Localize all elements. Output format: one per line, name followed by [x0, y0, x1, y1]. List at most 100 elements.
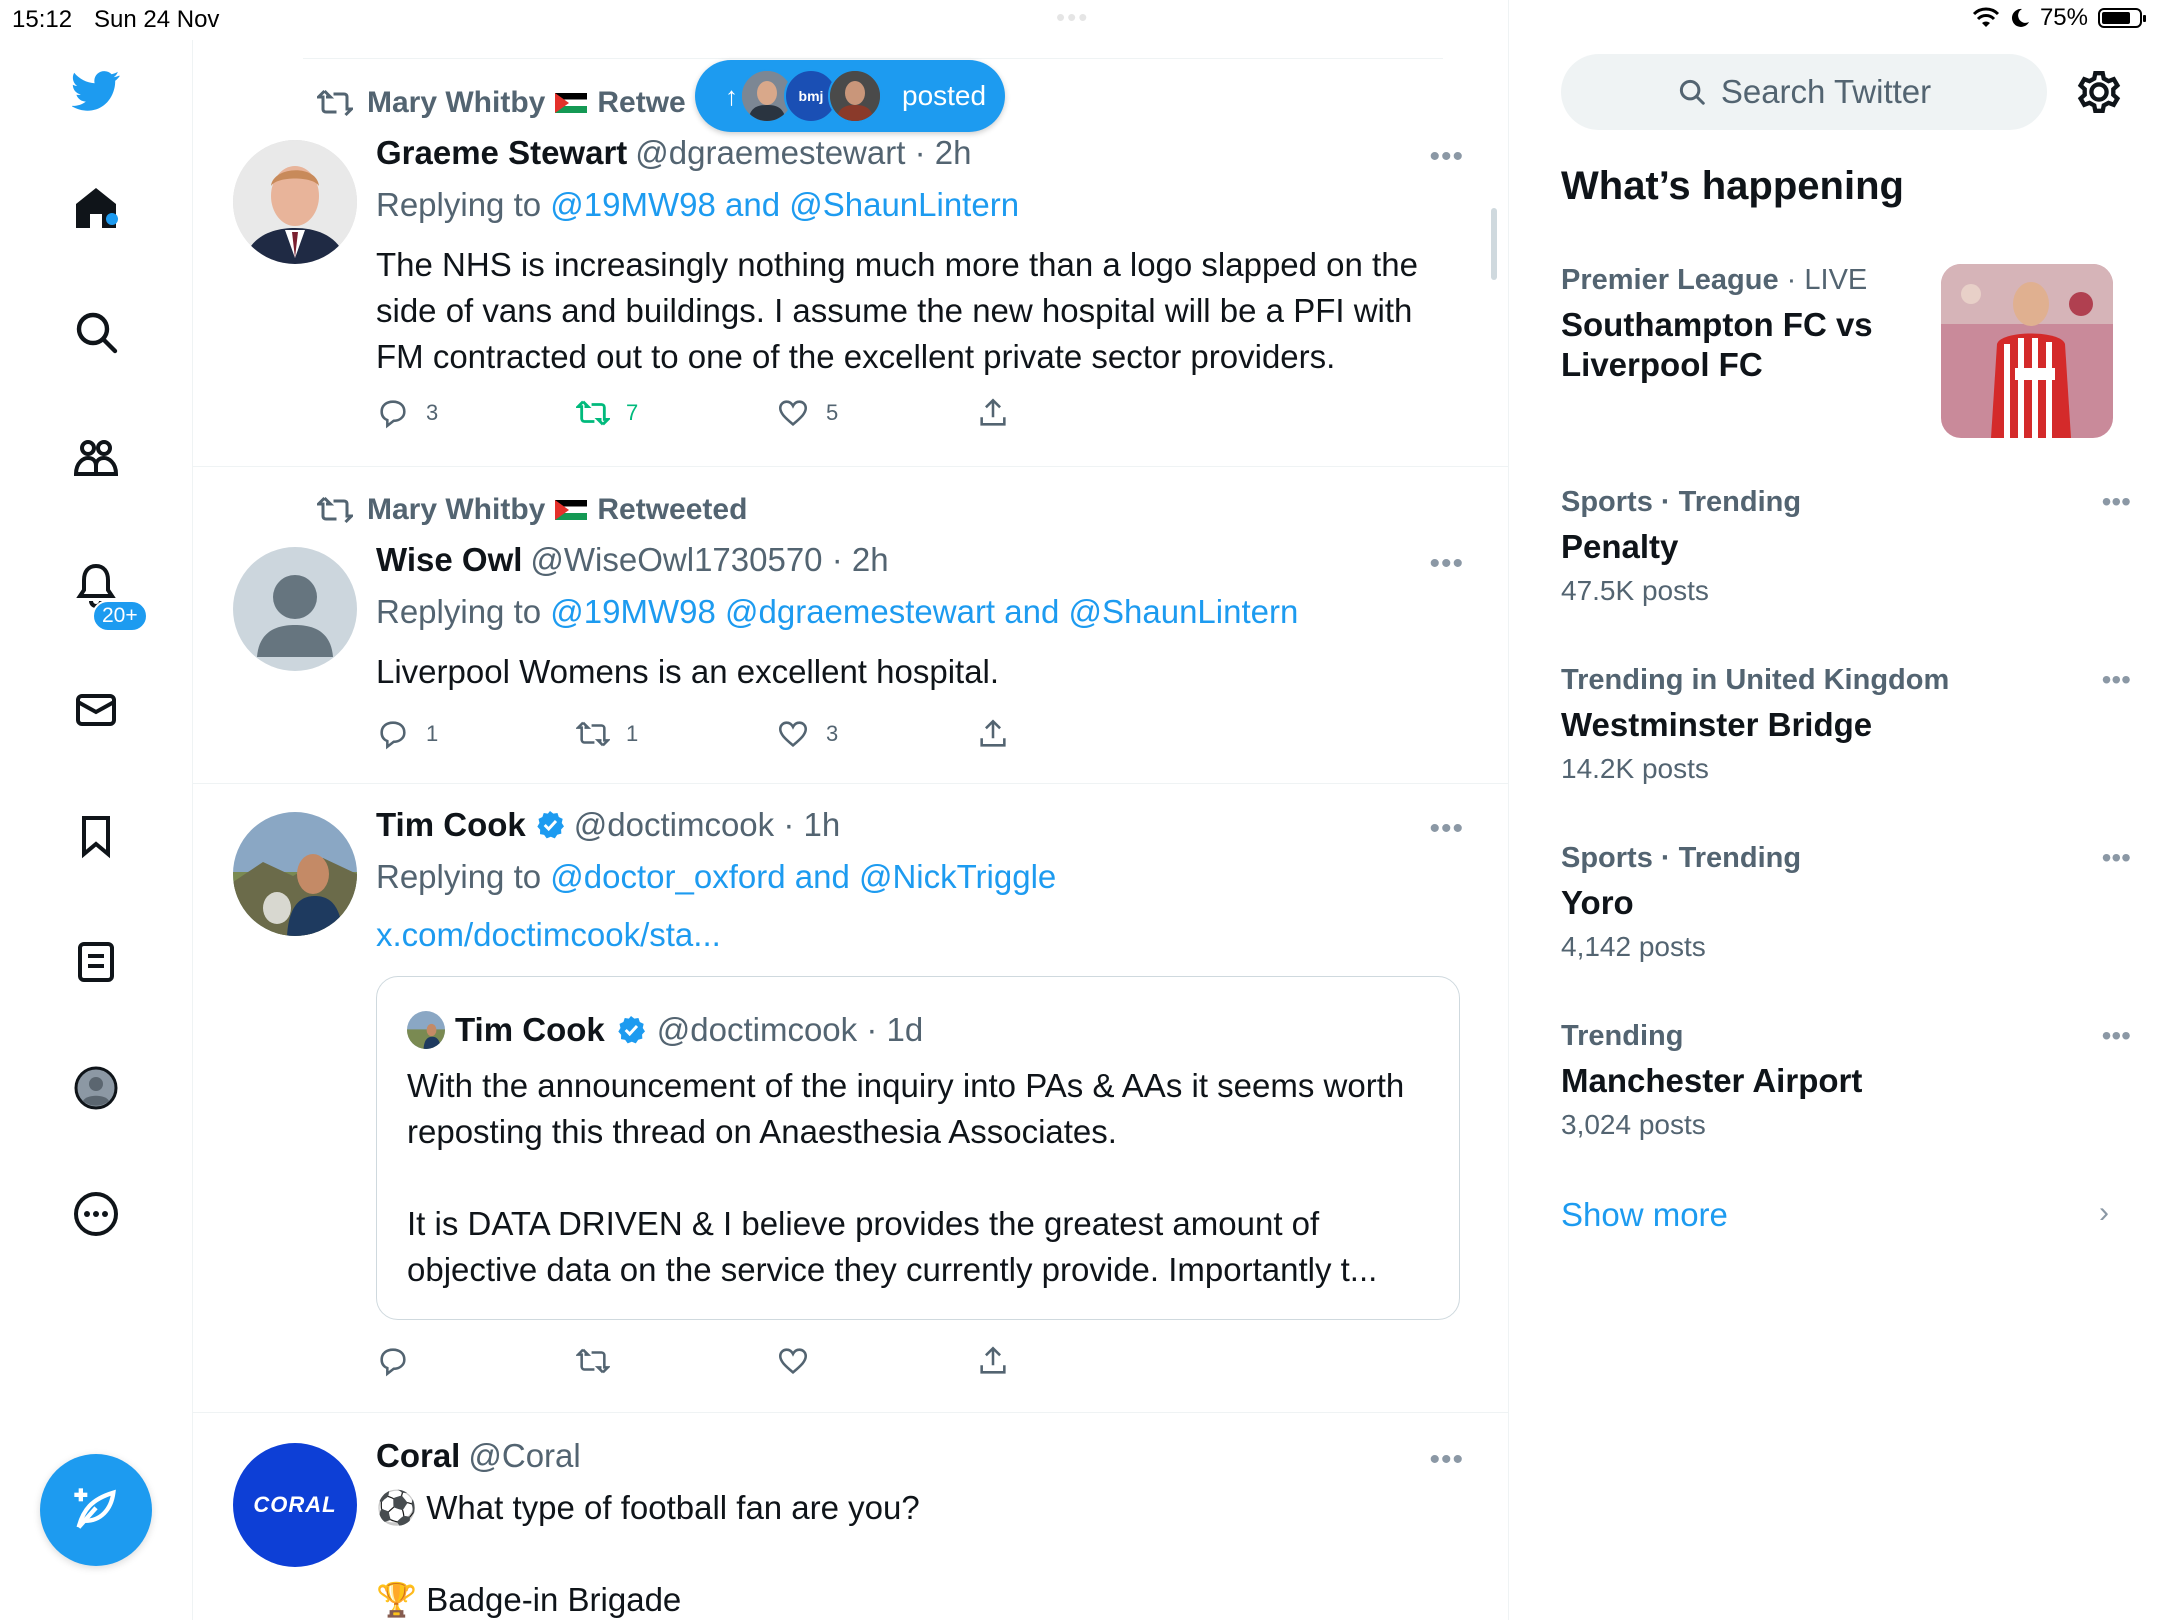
reply-icon	[380, 1348, 406, 1377]
trend-item[interactable]: Sports · Trending Penalty 47.5K posts ••…	[1561, 486, 2131, 607]
tweet-link[interactable]: x.com/doctimcook/sta...	[376, 916, 721, 954]
show-more-link[interactable]: Show more	[1561, 1196, 1728, 1234]
tweet-header: Coral @Coral	[376, 1437, 581, 1475]
reply-button[interactable]: 3	[376, 396, 438, 430]
search-input[interactable]: Search Twitter	[1561, 54, 2047, 130]
trend-title: Southampton FC vs Liverpool FC	[1561, 306, 1873, 383]
tweet-text: ⚽ What type of football fan are you? 🏆 B…	[376, 1485, 1436, 1620]
like-button[interactable]: 3	[776, 717, 838, 751]
messages-icon[interactable]	[66, 680, 126, 740]
share-button[interactable]	[976, 396, 1010, 430]
trend-more-button[interactable]: •••	[2102, 486, 2131, 518]
replying-to-links[interactable]: @19MW98 and @ShaunLintern	[550, 186, 1019, 223]
trend-context: Sports · Trending	[1561, 842, 2121, 875]
retweet-count: 1	[626, 721, 639, 746]
like-count: 5	[826, 400, 839, 425]
replying-to: Replying to @19MW98 and @ShaunLintern	[376, 186, 1019, 224]
trend-image[interactable]	[1941, 264, 2113, 438]
communities-icon[interactable]	[66, 428, 126, 488]
retweeter-name[interactable]: Mary Whitby	[367, 86, 545, 120]
search-icon[interactable]	[66, 302, 126, 362]
timeline-header	[303, 0, 1443, 59]
author-handle[interactable]: @Coral	[468, 1437, 580, 1475]
replying-to: Replying to @19MW98 @dgraemestewart and …	[376, 593, 1298, 631]
author-name[interactable]: Graeme Stewart	[376, 134, 627, 172]
reply-button[interactable]: 1	[376, 717, 438, 751]
trend-more-button[interactable]: •••	[2102, 842, 2131, 874]
tweet-more-button[interactable]: •••	[1429, 1443, 1464, 1477]
retweet-button[interactable]	[576, 1344, 610, 1378]
tweet-wise-owl[interactable]: Mary Whitby Retweeted Wise Owl @WiseOwl17…	[193, 467, 1508, 784]
share-button[interactable]	[976, 717, 1010, 751]
trend-item[interactable]: Trending in United Kingdom Westminster B…	[1561, 664, 2131, 785]
tweet-more-button[interactable]: •••	[1429, 547, 1464, 581]
coral-avatar[interactable]: CORAL	[233, 1443, 357, 1567]
palestine-flag-icon	[555, 93, 588, 113]
trend-title: Westminster Bridge	[1561, 706, 1873, 743]
trend-item[interactable]: Trending Manchester Airport 3,024 posts …	[1561, 1020, 2131, 1141]
replying-prefix: Replying to	[376, 858, 542, 895]
reply-count: 1	[426, 721, 439, 746]
author-handle-time[interactable]: @WiseOwl1730570 · 2h	[530, 541, 888, 579]
retweet-button[interactable]: 1	[576, 717, 638, 751]
timeline-scrollbar[interactable]	[1491, 208, 1497, 280]
new-posts-pill[interactable]: ↑ bmj posted	[695, 60, 1005, 132]
avatar[interactable]	[233, 812, 357, 936]
verified-badge-icon	[537, 811, 564, 839]
tweet-text-line-2: Badge-in Brigade	[426, 1581, 682, 1618]
quoted-tweet[interactable]: Tim Cook @doctimcook · 1d With the annou…	[376, 976, 1460, 1320]
timeline[interactable]: Mary Whitby Retwe Graeme Stewart @dgraeme…	[193, 0, 1509, 1620]
home-icon[interactable]	[66, 178, 126, 238]
retweeter-name[interactable]: Mary Whitby	[367, 493, 545, 527]
trend-more-button[interactable]: •••	[2102, 1020, 2131, 1052]
gear-icon[interactable]	[2073, 66, 2125, 118]
search-icon	[1679, 79, 1705, 105]
twitter-logo-icon[interactable]	[66, 60, 126, 120]
reply-button[interactable]	[376, 1344, 410, 1378]
quoted-author-name: Tim Cook	[455, 1011, 605, 1048]
tweet-text: Liverpool Womens is an excellent hospita…	[376, 653, 1000, 690]
author-handle-time[interactable]: @doctimcook · 1h	[574, 806, 840, 844]
trend-post-count: 4,142 posts	[1561, 931, 1706, 962]
quoted-text-para-1: With the announcement of the inquiry int…	[407, 1067, 1405, 1150]
retweet-label: Retweeted	[597, 493, 748, 526]
trophy-emoji: 🏆	[376, 1581, 418, 1618]
tweet-more-button[interactable]: •••	[1429, 140, 1464, 174]
retweet-label: Retwe	[597, 86, 686, 119]
tweet-coral[interactable]: CORAL Coral @Coral ••• ⚽ What type of fo…	[193, 1413, 1508, 1620]
like-button[interactable]	[776, 1344, 810, 1378]
author-handle-time[interactable]: @dgraemestewart · 2h	[635, 134, 971, 172]
replying-to-links[interactable]: @doctor_oxford and @NickTriggle	[550, 858, 1056, 895]
tweet-tim-cook[interactable]: Tim Cook @doctimcook · 1h ••• Replying t…	[193, 784, 1508, 1413]
tweet-more-button[interactable]: •••	[1429, 812, 1464, 846]
replying-to-links[interactable]: @19MW98 @dgraemestewart and @ShaunLinter…	[550, 593, 1298, 630]
quoted-avatar	[407, 1011, 445, 1049]
share-button[interactable]	[976, 1344, 1010, 1378]
trend-category: Sports · Trending	[1561, 486, 1802, 518]
new-posts-label: posted	[902, 80, 987, 111]
retweet-line: Mary Whitby Retweeted	[317, 493, 747, 527]
author-name[interactable]: Coral	[376, 1437, 460, 1475]
replying-to: Replying to @doctor_oxford and @NickTrig…	[376, 858, 1056, 896]
share-icon	[980, 1346, 1006, 1374]
bookmarks-icon[interactable]	[66, 806, 126, 866]
arrow-up-icon: ↑	[725, 80, 738, 111]
retweet-icon	[317, 496, 353, 524]
reply-icon	[380, 721, 406, 750]
compose-icon	[74, 1488, 116, 1529]
trend-item[interactable]: Sports · Trending Yoro 4,142 posts •••	[1561, 842, 2131, 963]
like-button[interactable]: 5	[776, 396, 838, 430]
retweet-button[interactable]: 7	[576, 396, 638, 430]
more-icon[interactable]	[66, 1184, 126, 1244]
default-avatar[interactable]	[233, 547, 357, 671]
profile-icon[interactable]	[66, 1058, 126, 1118]
chevron-right-icon[interactable]: ›	[2099, 1196, 2109, 1230]
trend-context: Sports · Trending	[1561, 486, 2121, 519]
quoted-header: Tim Cook @doctimcook · 1d	[407, 1011, 923, 1049]
trend-more-button[interactable]: •••	[2102, 664, 2131, 696]
author-name[interactable]: Wise Owl	[376, 541, 522, 579]
compose-button[interactable]	[40, 1454, 152, 1566]
lists-icon[interactable]	[66, 932, 126, 992]
avatar[interactable]	[233, 140, 357, 264]
author-name[interactable]: Tim Cook	[376, 806, 526, 844]
